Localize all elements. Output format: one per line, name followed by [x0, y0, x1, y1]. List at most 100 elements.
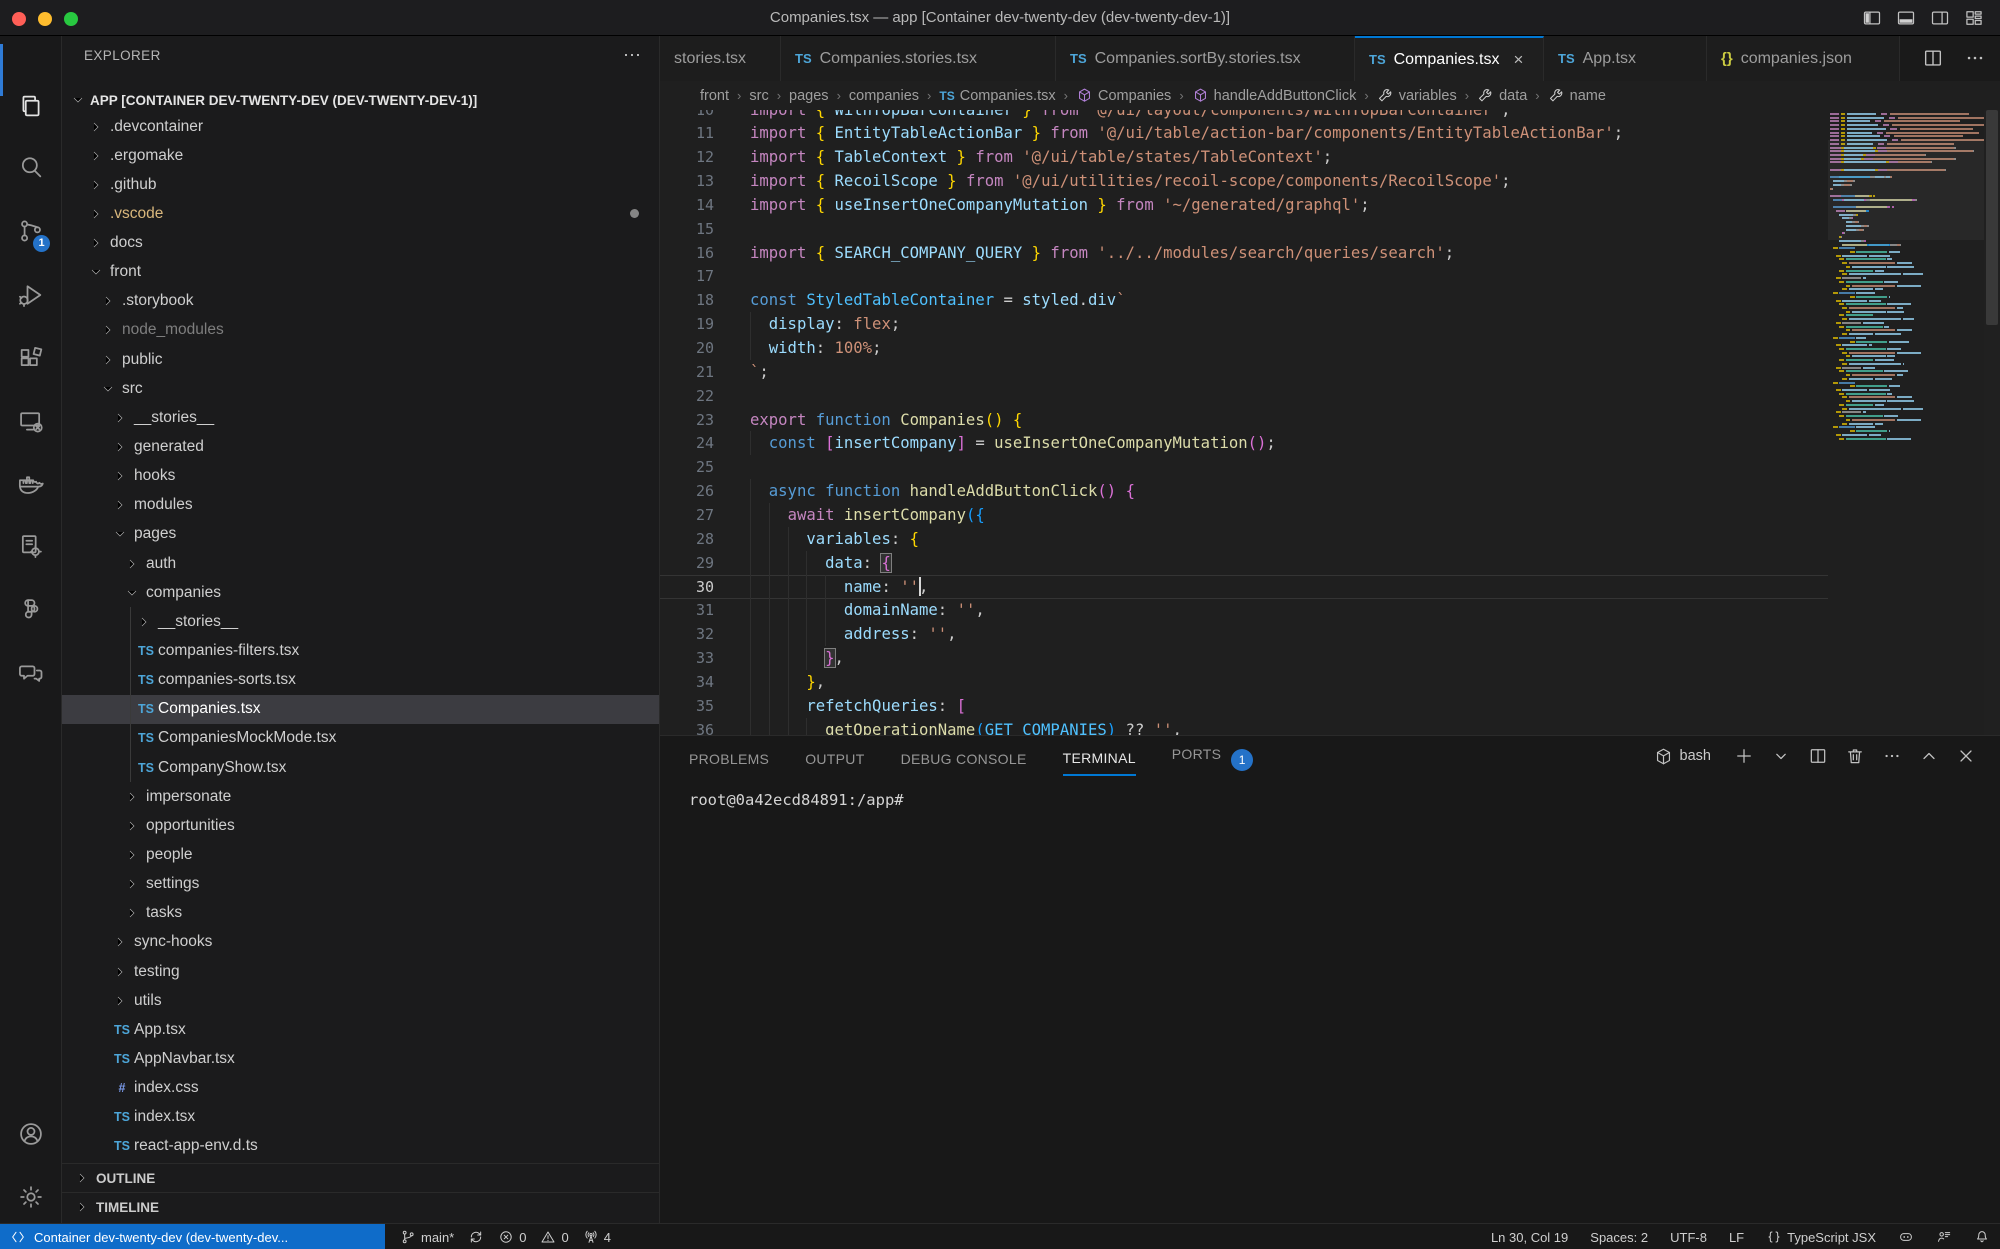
activity-bar-item-extensions[interactable]: [0, 335, 62, 383]
activity-bar-item-accounts[interactable]: [0, 1110, 62, 1158]
layout-customize-icon[interactable]: [1964, 8, 1984, 28]
activity-bar-item-container-tools[interactable]: [0, 522, 62, 570]
tree-item-impersonate[interactable]: impersonate: [62, 782, 660, 811]
activity-bar-item-source-control[interactable]: 1: [0, 207, 62, 255]
panel-tab-problems[interactable]: PROBLEMS: [689, 751, 769, 775]
close-icon[interactable]: [1956, 746, 1976, 766]
tree-item-pages[interactable]: pages: [62, 520, 660, 549]
scrollbar-thumb[interactable]: [1986, 110, 1998, 325]
activity-bar-item-search[interactable]: [0, 143, 62, 191]
breadcrumb-item-companies-tsx[interactable]: TSCompanies.tsx: [939, 88, 1055, 104]
tree-item--stories-[interactable]: __stories__: [62, 607, 660, 636]
tab-app-tsx[interactable]: TSApp.tsx: [1544, 36, 1707, 81]
sidebar-section-timeline[interactable]: TIMELINE: [62, 1192, 660, 1221]
tab-stories-tsx[interactable]: stories.tsx: [660, 36, 781, 81]
tree-item-public[interactable]: public: [62, 345, 660, 374]
layout-sidebar-left-icon[interactable]: [1862, 8, 1882, 28]
shell-selector[interactable]: bash: [1654, 747, 1711, 766]
tab-companies-tsx[interactable]: TSCompanies.tsx×: [1355, 36, 1544, 81]
activity-bar-item-docker[interactable]: [0, 462, 62, 510]
tree-item-auth[interactable]: auth: [62, 549, 660, 578]
tree-item-opportunities[interactable]: opportunities: [62, 811, 660, 840]
editor-scrollbar[interactable]: [1984, 110, 2000, 735]
tree-item--github[interactable]: .github: [62, 170, 660, 199]
tree-item--vscode[interactable]: .vscode: [62, 199, 660, 228]
terminal-prompt[interactable]: root@0a42ecd84891:/app#: [689, 791, 904, 809]
status-eol[interactable]: LF: [1729, 1230, 1744, 1245]
tree-item-docs[interactable]: docs: [62, 229, 660, 258]
tree-item-react-app-env-d-ts[interactable]: TSreact-app-env.d.ts: [62, 1132, 660, 1161]
tree-item--stories-[interactable]: __stories__: [62, 403, 660, 432]
split-panel-icon[interactable]: [1808, 746, 1828, 766]
tree-item-testing[interactable]: testing: [62, 957, 660, 986]
tree-item-people[interactable]: people: [62, 841, 660, 870]
status-errors[interactable]: 0: [498, 1229, 526, 1245]
breadcrumb-item-name[interactable]: name: [1548, 87, 1606, 104]
activity-bar-item-chat[interactable]: [0, 650, 62, 698]
activity-bar-item-run-and-debug[interactable]: [0, 271, 62, 319]
status-cursor-position[interactable]: Ln 30, Col 19: [1491, 1230, 1568, 1245]
activity-bar-item-manage[interactable]: [0, 1173, 62, 1221]
trash-icon[interactable]: [1845, 746, 1865, 766]
code-editor[interactable]: 10import { WithTopBarContainer } from '@…: [660, 110, 1828, 735]
tree-item-index-tsx[interactable]: TSindex.tsx: [62, 1103, 660, 1132]
breadcrumb-item-companies[interactable]: Companies: [1076, 87, 1171, 104]
panel-tab-debug-console[interactable]: DEBUG CONSOLE: [901, 751, 1027, 775]
breadcrumb-item-handleaddbuttonclick[interactable]: handleAddButtonClick: [1192, 87, 1357, 104]
tree-item-modules[interactable]: modules: [62, 491, 660, 520]
status-encoding[interactable]: UTF-8: [1670, 1230, 1707, 1245]
layout-panel-icon[interactable]: [1896, 8, 1916, 28]
tree-item-utils[interactable]: utils: [62, 986, 660, 1015]
tab-companies-stories-tsx[interactable]: TSCompanies.stories.tsx: [781, 36, 1056, 81]
sidebar-section-outline[interactable]: OUTLINE: [62, 1163, 660, 1192]
tree-item-companyshow-tsx[interactable]: TSCompanyShow.tsx: [62, 753, 660, 782]
tree-root-folder[interactable]: APP [CONTAINER DEV-TWENTY-DEV (DEV-TWENT…: [62, 86, 660, 114]
status-language-mode[interactable]: TypeScript JSX: [1766, 1229, 1876, 1245]
activity-bar-item-explorer[interactable]: [0, 82, 62, 130]
breadcrumb-item-src[interactable]: src: [749, 88, 768, 104]
status-feedback[interactable]: [1936, 1229, 1952, 1245]
tab-companies-sortby-stories-tsx[interactable]: TSCompanies.sortBy.stories.tsx: [1056, 36, 1355, 81]
panel-tab-output[interactable]: OUTPUT: [805, 751, 864, 775]
breadcrumb-item-variables[interactable]: variables: [1377, 87, 1457, 104]
chevron-up-icon[interactable]: [1919, 746, 1939, 766]
more-actions-icon[interactable]: [1964, 47, 1986, 69]
status-copilot[interactable]: [1898, 1229, 1914, 1245]
tree-item-sync-hooks[interactable]: sync-hooks: [62, 928, 660, 957]
remote-indicator[interactable]: Container dev-twenty-dev (dev-twenty-dev…: [0, 1224, 385, 1249]
panel-tab-ports[interactable]: PORTS1: [1172, 746, 1253, 779]
tree-item--devcontainer[interactable]: .devcontainer: [62, 112, 660, 141]
tree-item-companies-filters-tsx[interactable]: TScompanies-filters.tsx: [62, 637, 660, 666]
status-sync-changes[interactable]: [468, 1229, 484, 1245]
tree-item-settings[interactable]: settings: [62, 870, 660, 899]
tree-item-companiesmockmode-tsx[interactable]: TSCompaniesMockMode.tsx: [62, 724, 660, 753]
tree-item-generated[interactable]: generated: [62, 433, 660, 462]
explorer-more-actions-icon[interactable]: ⋯: [620, 44, 644, 68]
split-editor-icon[interactable]: [1922, 47, 1944, 69]
status-ports-forwarded[interactable]: 4: [583, 1229, 611, 1245]
more-icon[interactable]: [1882, 746, 1902, 766]
status-indentation[interactable]: Spaces: 2: [1590, 1230, 1648, 1245]
activity-bar-item-remote-explorer[interactable]: [0, 398, 62, 446]
tree-item-index-css[interactable]: #index.css: [62, 1074, 660, 1103]
tree-item-companies[interactable]: companies: [62, 578, 660, 607]
status-warnings[interactable]: 0: [540, 1229, 568, 1245]
tree-item-front[interactable]: front: [62, 258, 660, 287]
tree-item-tasks[interactable]: tasks: [62, 899, 660, 928]
tree-item-src[interactable]: src: [62, 374, 660, 403]
plus-icon[interactable]: [1734, 746, 1754, 766]
status-git-branch[interactable]: main*: [400, 1229, 454, 1245]
tree-item-companies-tsx[interactable]: TSCompanies.tsx: [62, 695, 660, 724]
status-notifications[interactable]: [1974, 1229, 1990, 1245]
activity-bar-item-figma[interactable]: [0, 586, 62, 634]
tree-item-companies-sorts-tsx[interactable]: TScompanies-sorts.tsx: [62, 666, 660, 695]
tree-item-hooks[interactable]: hooks: [62, 462, 660, 491]
chevron-down-icon[interactable]: [1771, 746, 1791, 766]
tree-item--ergomake[interactable]: .ergomake: [62, 141, 660, 170]
tree-item-app-tsx[interactable]: TSApp.tsx: [62, 1015, 660, 1044]
minimap-slider[interactable]: [1828, 140, 1984, 240]
layout-sidebar-right-icon[interactable]: [1930, 8, 1950, 28]
breadcrumb-item-pages[interactable]: pages: [789, 88, 829, 104]
minimap[interactable]: [1828, 110, 1984, 735]
tree-item-appnavbar-tsx[interactable]: TSAppNavbar.tsx: [62, 1044, 660, 1073]
